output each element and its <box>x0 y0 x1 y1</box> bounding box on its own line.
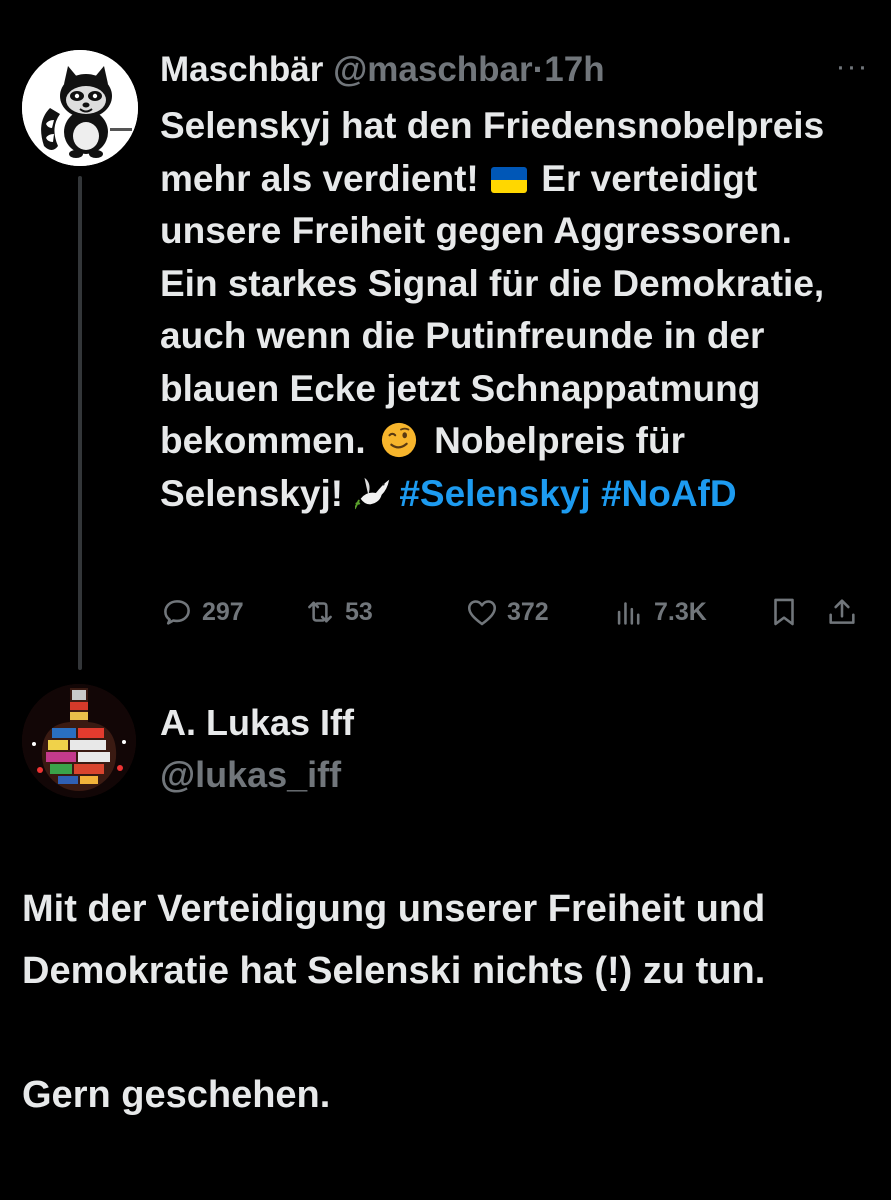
dove-icon <box>355 477 390 509</box>
reply-count: 297 <box>202 597 244 626</box>
reply-author-handle[interactable]: @lukas_iff <box>160 752 341 798</box>
reply-button[interactable]: 297 <box>160 590 244 634</box>
ukraine-flag-icon <box>491 166 528 193</box>
heart-icon <box>467 600 497 626</box>
retweet-button[interactable]: 53 <box>303 590 373 634</box>
reply-text-line1: Mit der Verteidigung unserer Freiheit un… <box>22 888 766 992</box>
reply-author-name[interactable]: A. Lukas Iff <box>160 700 354 746</box>
author-name[interactable]: Maschbär <box>160 50 323 89</box>
hashtag-selenskyj[interactable]: #Selenskyj <box>399 473 590 514</box>
avatar-maschbar[interactable] <box>22 50 138 166</box>
reply-text-line2: Gern geschehen. <box>22 1074 331 1116</box>
like-button[interactable]: 372 <box>465 590 549 634</box>
reply-body: Mit der Verteidigung unserer Freiheit un… <box>22 878 872 1126</box>
avatar-lukas-iff[interactable] <box>22 684 136 798</box>
more-options-icon[interactable]: ··· <box>832 52 872 82</box>
rock-guitar-avatar-icon <box>22 684 136 798</box>
share-icon <box>829 599 855 624</box>
bookmark-button[interactable] <box>767 590 801 634</box>
raccoon-avatar-icon <box>22 50 138 166</box>
bookmark-icon <box>774 598 794 626</box>
hashtag-noafd[interactable]: #NoAfD <box>601 473 737 514</box>
tweet-header: Maschbär @maschbar·17h <box>160 48 605 92</box>
tweet-body: Selenskyj hat den Friedensnobelpreis meh… <box>160 100 850 520</box>
author-handle[interactable]: @maschbar <box>333 50 533 89</box>
like-count: 372 <box>507 597 549 626</box>
reply-icon <box>164 600 190 625</box>
views-count: 7.3K <box>654 597 707 626</box>
retweet-count: 53 <box>345 597 373 626</box>
tweet-timestamp[interactable]: 17h <box>544 50 604 89</box>
share-button[interactable] <box>825 590 859 634</box>
thread-connector-line <box>78 176 82 670</box>
retweet-icon <box>308 601 332 623</box>
views-button[interactable]: 7.3K <box>612 590 707 634</box>
winking-face-icon <box>381 422 417 458</box>
header-separator: · <box>532 50 545 89</box>
views-icon <box>617 602 640 625</box>
tweet-text-part2: Er verteidigt unsere Freiheit gegen Aggr… <box>160 157 825 462</box>
tweet-action-bar: 297 53 372 7.3K <box>160 590 871 634</box>
